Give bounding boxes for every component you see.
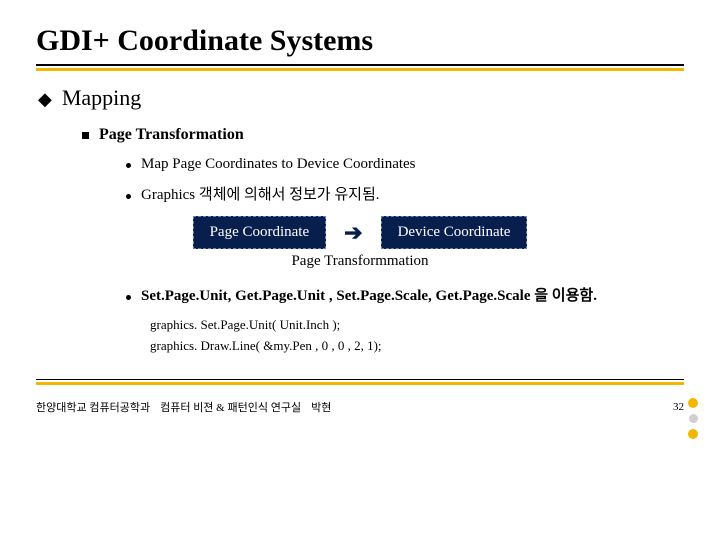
bullet-level-1: ◆ Mapping [38,85,684,111]
title-rule [36,64,684,71]
api-line: Set.Page.Unit, Get.Page.Unit , Set.Page.… [141,284,597,305]
dot-icon [126,163,131,168]
page-title: GDI+ Coordinate Systems [36,24,684,58]
diagram-caption: Page Transformmation [36,253,684,270]
dot-icon [689,414,698,423]
footer-rule [36,379,684,385]
decorative-dots [688,398,698,439]
lvl3-text-1: Graphics 객체에 의해서 정보가 유지됨. [141,183,380,204]
code-block: graphics. Set.Page.Unit( Unit.Inch ); gr… [150,315,684,357]
footer: 한양대학교 컴퓨터공학과 컴퓨터 비젼 & 패턴인식 연구실 박현 32 [36,399,684,415]
footer-org1: 한양대학교 컴퓨터공학과 [36,399,150,415]
slide: GDI+ Coordinate Systems ◆ Mapping Page T… [0,0,720,540]
arrow-right-icon: ➔ [344,220,362,246]
footer-left: 한양대학교 컴퓨터공학과 컴퓨터 비젼 & 패턴인식 연구실 박현 [36,399,331,415]
dot-icon [126,295,131,300]
lvl1-text: Mapping [62,85,141,111]
page-coordinate-box: Page Coordinate [193,216,327,249]
dot-icon [688,429,698,439]
dot-icon [688,398,698,408]
bullet-level-3: Set.Page.Unit, Get.Page.Unit , Set.Page.… [126,284,684,305]
code-line: graphics. Draw.Line( &my.Pen , 0 , 0 , 2… [150,336,684,357]
lvl3-text-0: Map Page Coordinates to Device Coordinat… [141,156,416,173]
footer-org2: 컴퓨터 비젼 & 패턴인식 연구실 [160,399,301,415]
page-number: 32 [673,401,684,413]
transformation-diagram: Page Coordinate ➔ Device Coordinate [36,216,684,249]
footer-author: 박현 [311,399,331,415]
code-line: graphics. Set.Page.Unit( Unit.Inch ); [150,315,684,336]
lvl2-text: Page Transformation [99,126,244,144]
dot-icon [126,194,131,199]
device-coordinate-box: Device Coordinate [381,216,528,249]
square-icon [82,132,89,139]
diamond-icon: ◆ [38,89,52,110]
bullet-level-3: Map Page Coordinates to Device Coordinat… [126,156,684,173]
bullet-level-2: Page Transformation [82,125,684,144]
bullet-level-3: Graphics 객체에 의해서 정보가 유지됨. [126,183,684,204]
